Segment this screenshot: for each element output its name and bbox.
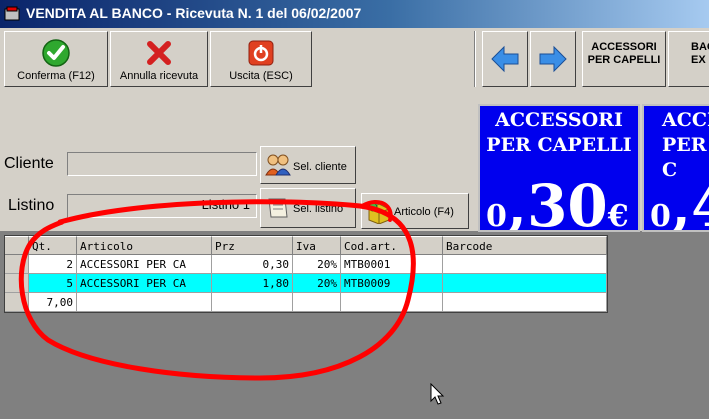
red-circle-annotation: [18, 199, 416, 381]
mouse-cursor-icon: [430, 383, 445, 405]
